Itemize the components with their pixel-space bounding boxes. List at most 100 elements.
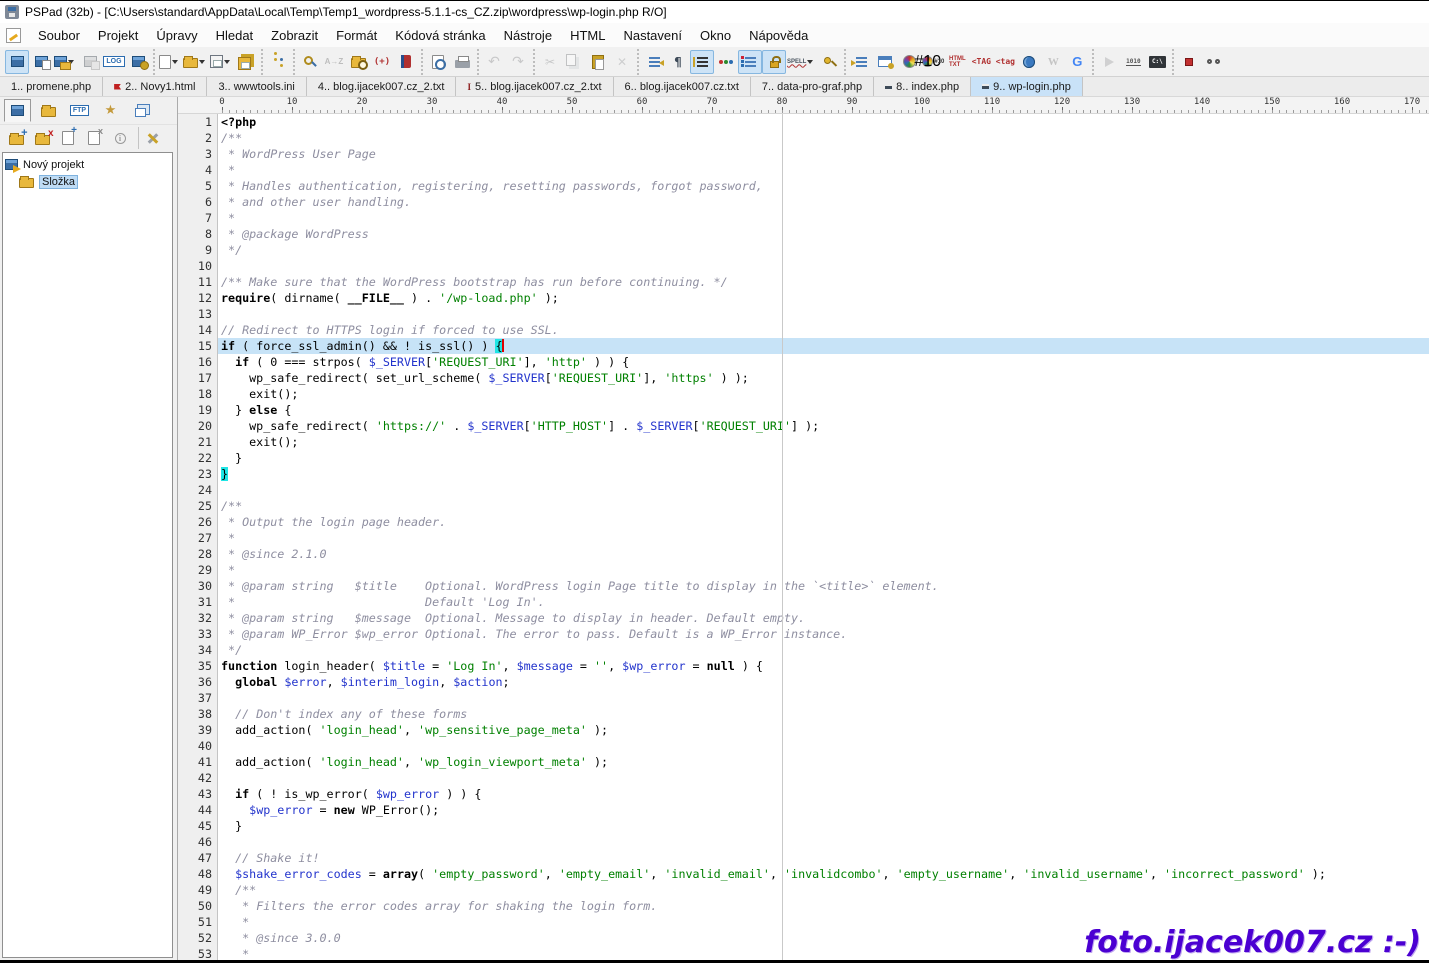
- code-line-13[interactable]: 13: [178, 306, 1429, 322]
- open-file-button[interactable]: [182, 50, 209, 74]
- code-line-18[interactable]: 18 exit();: [178, 386, 1429, 402]
- code-area[interactable]: 1<?php2/**3 * WordPress User Page4 *5 * …: [178, 114, 1429, 960]
- html-validator-button[interactable]: W: [1041, 50, 1065, 74]
- code-line-42[interactable]: 42: [178, 770, 1429, 786]
- special-chars-button[interactable]: [738, 50, 762, 74]
- save-file-button[interactable]: [209, 50, 234, 74]
- code-explorer-button[interactable]: [266, 50, 290, 74]
- line-numbers-button[interactable]: [690, 50, 714, 74]
- tree-item-slo-ka[interactable]: Složka: [5, 173, 170, 190]
- new-file-button[interactable]: [158, 50, 182, 74]
- code-line-25[interactable]: 25/**: [178, 498, 1429, 514]
- project-add-file-button[interactable]: [56, 127, 80, 149]
- text-diff-button[interactable]: [873, 50, 897, 74]
- code-line-15[interactable]: 15if ( force_ssl_admin() && ! is_ssl() )…: [178, 338, 1429, 354]
- redo-button[interactable]: ↷: [506, 50, 530, 74]
- code-line-2[interactable]: 2/**: [178, 130, 1429, 146]
- word-wrap-button[interactable]: [642, 50, 666, 74]
- tag-uppercase-button[interactable]: <TAG: [969, 50, 993, 74]
- macro-record-button[interactable]: [1177, 50, 1201, 74]
- menu-hledat[interactable]: Hledat: [207, 25, 263, 46]
- project-copy-button[interactable]: [29, 50, 53, 74]
- dropdown-caret-icon[interactable]: [807, 60, 813, 64]
- read-only-lock-button[interactable]: [762, 50, 786, 74]
- menu-form-t[interactable]: Formát: [327, 25, 386, 46]
- menu-okno[interactable]: Okno: [691, 25, 740, 46]
- color-translate-button[interactable]: #10#10: [921, 50, 945, 74]
- copy-button[interactable]: [562, 50, 586, 74]
- project-panel-toggle-button[interactable]: [5, 50, 29, 74]
- document-tab[interactable]: 7.. data-pro-graf.php: [751, 77, 874, 96]
- code-line-45[interactable]: 45 }: [178, 818, 1429, 834]
- project-add-folder-button[interactable]: [4, 127, 28, 149]
- code-line-5[interactable]: 5 * Handles authentication, registering,…: [178, 178, 1429, 194]
- code-clips-button[interactable]: [394, 50, 418, 74]
- code-line-37[interactable]: 37: [178, 690, 1429, 706]
- spell-check-button[interactable]: SPELL: [786, 50, 817, 74]
- code-line-26[interactable]: 26 * Output the login page header.: [178, 514, 1429, 530]
- document-tab[interactable]: I5.. blog.ijacek007.cz_2.txt: [456, 77, 613, 96]
- search-in-files-button[interactable]: [346, 50, 370, 74]
- code-line-34[interactable]: 34 */: [178, 642, 1429, 658]
- project-open-button[interactable]: [53, 50, 78, 74]
- search-button[interactable]: [298, 50, 322, 74]
- document-tab[interactable]: 1.. promene.php: [0, 77, 103, 96]
- panel-ftp-tab[interactable]: FTP: [66, 99, 93, 122]
- code-line-7[interactable]: 7 *: [178, 210, 1429, 226]
- code-line-35[interactable]: 35function login_header( $title = 'Log I…: [178, 658, 1429, 674]
- print-preview-button[interactable]: [426, 50, 450, 74]
- code-line-48[interactable]: 48 $shake_error_codes = array( 'empty_pa…: [178, 866, 1429, 882]
- binary-view-button[interactable]: 1010: [1121, 50, 1145, 74]
- code-line-32[interactable]: 32 * @param string $message Optional. Me…: [178, 610, 1429, 626]
- code-line-4[interactable]: 4 *: [178, 162, 1429, 178]
- code-line-41[interactable]: 41 add_action( 'login_head', 'wp_login_v…: [178, 754, 1429, 770]
- tag-lowercase-button[interactable]: <tag: [993, 50, 1017, 74]
- menu-n-pov-da[interactable]: Nápověda: [740, 25, 817, 46]
- code-line-39[interactable]: 39 add_action( 'login_head', 'wp_sensiti…: [178, 722, 1429, 738]
- panel-files-tab[interactable]: [35, 99, 62, 122]
- indent-block-button[interactable]: [849, 50, 873, 74]
- code-line-3[interactable]: 3 * WordPress User Page: [178, 146, 1429, 162]
- delete-button[interactable]: ✕: [610, 50, 634, 74]
- undo-button[interactable]: ↶: [482, 50, 506, 74]
- show-formatting-button[interactable]: ¶: [666, 50, 690, 74]
- code-line-44[interactable]: 44 $wp_error = new WP_Error();: [178, 802, 1429, 818]
- code-line-27[interactable]: 27 *: [178, 530, 1429, 546]
- paste-button[interactable]: [586, 50, 610, 74]
- code-line-30[interactable]: 30 * @param string $title Optional. Word…: [178, 578, 1429, 594]
- project-remove-folder-button[interactable]: [30, 127, 54, 149]
- run-script-button[interactable]: [1097, 50, 1121, 74]
- menu-soubor[interactable]: Soubor: [29, 25, 89, 46]
- macro-view-button[interactable]: [1201, 50, 1225, 74]
- menu-n-stroje[interactable]: Nástroje: [495, 25, 561, 46]
- code-line-8[interactable]: 8 * @package WordPress: [178, 226, 1429, 242]
- menu-projekt[interactable]: Projekt: [89, 25, 147, 46]
- code-line-6[interactable]: 6 * and other user handling.: [178, 194, 1429, 210]
- code-line-29[interactable]: 29 *: [178, 562, 1429, 578]
- dropdown-caret-icon[interactable]: [199, 60, 205, 64]
- panel-favorites-tab[interactable]: ★: [97, 99, 124, 122]
- cut-button[interactable]: ✂: [538, 50, 562, 74]
- document-tab[interactable]: 8.. index.php: [874, 77, 971, 96]
- google-search-button[interactable]: G: [1065, 50, 1089, 74]
- document-tab[interactable]: 6.. blog.ijacek007.cz.txt: [614, 77, 751, 96]
- panel-windows-tab[interactable]: [128, 99, 155, 122]
- code-line-19[interactable]: 19 } else {: [178, 402, 1429, 418]
- document-tab[interactable]: 3.. wwwtools.ini: [207, 77, 306, 96]
- code-line-31[interactable]: 31 * Default 'Log In'.: [178, 594, 1429, 610]
- regular-expressions-button[interactable]: (+): [370, 50, 394, 74]
- code-line-33[interactable]: 33 * @param WP_Error $wp_error Optional.…: [178, 626, 1429, 642]
- code-line-28[interactable]: 28 * @since 2.1.0: [178, 546, 1429, 562]
- command-line-button[interactable]: C:\: [1145, 50, 1169, 74]
- code-line-22[interactable]: 22 }: [178, 450, 1429, 466]
- menu-zobrazit[interactable]: Zobrazit: [262, 25, 327, 46]
- code-line-43[interactable]: 43 if ( ! is_wp_error( $wp_error ) ) {: [178, 786, 1429, 802]
- code-line-14[interactable]: 14// Redirect to HTTPS login if forced t…: [178, 322, 1429, 338]
- project-save-button[interactable]: [78, 50, 102, 74]
- panel-project-tab[interactable]: [4, 99, 31, 122]
- document-menu-icon[interactable]: [6, 28, 21, 43]
- search-replace-button[interactable]: A→Z: [322, 50, 346, 74]
- code-line-11[interactable]: 11/** Make sure that the WordPress boots…: [178, 274, 1429, 290]
- menu-k-dov-str-nka[interactable]: Kódová stránka: [386, 25, 494, 46]
- code-line-38[interactable]: 38 // Don't index any of these forms: [178, 706, 1429, 722]
